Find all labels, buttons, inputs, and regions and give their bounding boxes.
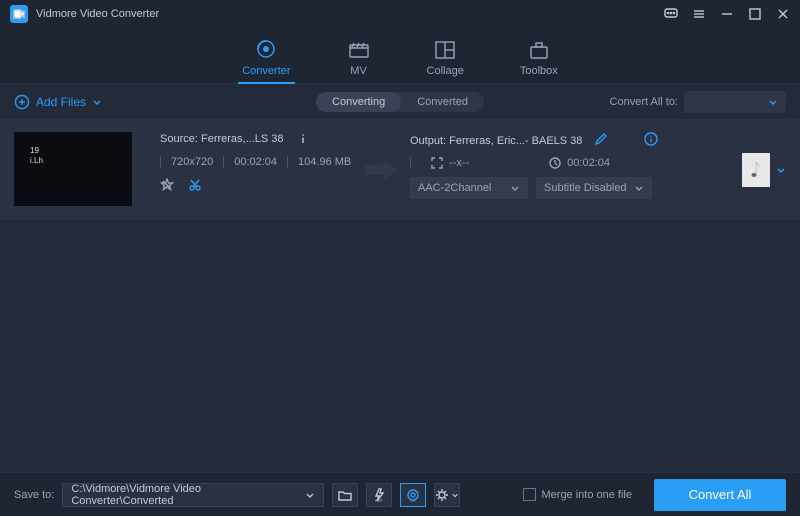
source-filename: Ferreras,...LS 38 bbox=[201, 133, 284, 145]
toolbar: Add Files Converting Converted Convert A… bbox=[0, 84, 800, 120]
chevron-down-icon bbox=[451, 488, 459, 502]
edit-icon[interactable] bbox=[594, 132, 608, 149]
tab-mv[interactable]: MV bbox=[347, 39, 371, 83]
chevron-down-icon bbox=[305, 490, 315, 500]
high-speed-button[interactable]: ON bbox=[400, 483, 426, 507]
info-icon[interactable] bbox=[296, 132, 310, 146]
info-circle-icon[interactable] bbox=[644, 132, 658, 149]
feedback-icon[interactable] bbox=[664, 7, 678, 21]
arrow-icon bbox=[360, 132, 400, 208]
file-item: 19i.Lh Source: Ferreras,...LS 38 720x720… bbox=[0, 120, 800, 220]
add-files-button[interactable]: Add Files bbox=[14, 94, 102, 110]
cut-icon[interactable] bbox=[188, 178, 202, 195]
gpu-accel-button[interactable]: OFF bbox=[366, 483, 392, 507]
tab-label: Converter bbox=[242, 65, 290, 77]
app-title: Vidmore Video Converter bbox=[36, 8, 664, 20]
tab-toolbox[interactable]: Toolbox bbox=[520, 39, 558, 83]
clock-icon bbox=[549, 157, 561, 169]
convert-all-format-dropdown[interactable] bbox=[684, 91, 786, 113]
open-folder-button[interactable] bbox=[332, 483, 358, 507]
resolution: 720x720 bbox=[171, 156, 213, 168]
enhance-icon[interactable] bbox=[160, 178, 174, 195]
minimize-icon[interactable] bbox=[720, 7, 734, 21]
tab-label: MV bbox=[350, 65, 367, 77]
tab-collage[interactable]: Collage bbox=[427, 39, 464, 83]
audio-dropdown[interactable]: AAC-2Channel bbox=[410, 177, 528, 199]
chevron-down-icon[interactable] bbox=[776, 165, 786, 175]
add-files-label: Add Files bbox=[36, 95, 86, 109]
status-segment: Converting Converted bbox=[316, 92, 484, 112]
close-icon[interactable] bbox=[776, 7, 790, 21]
chevron-down-icon bbox=[510, 183, 520, 193]
merge-checkbox[interactable]: Merge into one file bbox=[523, 488, 633, 501]
out-resolution: --x-- bbox=[449, 157, 469, 169]
bottom-bar: Save to: C:\Vidmore\Vidmore Video Conver… bbox=[0, 472, 800, 516]
save-path-dropdown[interactable]: C:\Vidmore\Vidmore Video Converter\Conve… bbox=[62, 483, 324, 507]
merge-label: Merge into one file bbox=[542, 489, 633, 501]
output-info: Output: Ferreras, Eric...- BAELS 38 --x-… bbox=[400, 132, 742, 208]
checkbox-icon bbox=[523, 488, 536, 501]
tab-converter[interactable]: Converter bbox=[242, 39, 290, 83]
filesize: 104.96 MB bbox=[298, 156, 351, 168]
menu-icon[interactable] bbox=[692, 7, 706, 21]
subtitle-dropdown[interactable]: Subtitle Disabled bbox=[536, 177, 652, 199]
out-duration: 00:02:04 bbox=[567, 157, 610, 169]
duration: 00:02:04 bbox=[234, 156, 277, 168]
main-tabs: Converter MV Collage Toolbox bbox=[0, 28, 800, 84]
video-thumbnail[interactable]: 19i.Lh bbox=[14, 132, 132, 206]
seg-converted[interactable]: Converted bbox=[401, 92, 484, 112]
titlebar: Vidmore Video Converter bbox=[0, 0, 800, 28]
expand-icon bbox=[431, 157, 443, 169]
seg-converting[interactable]: Converting bbox=[316, 92, 401, 112]
convert-all-button[interactable]: Convert All bbox=[654, 479, 786, 511]
chevron-down-icon bbox=[634, 183, 644, 193]
svg-text:ON: ON bbox=[410, 498, 416, 502]
tab-label: Collage bbox=[427, 65, 464, 77]
convert-all-to-label: Convert All to: bbox=[610, 96, 678, 108]
source-info: Source: Ferreras,...LS 38 720x720 00:02:… bbox=[160, 132, 360, 208]
svg-text:OFF: OFF bbox=[375, 498, 384, 502]
app-logo bbox=[10, 5, 28, 23]
output-format-icon[interactable] bbox=[742, 153, 770, 187]
settings-button[interactable] bbox=[434, 483, 460, 507]
save-path: C:\Vidmore\Vidmore Video Converter\Conve… bbox=[71, 483, 305, 507]
chevron-down-icon bbox=[92, 97, 102, 107]
file-list: 19i.Lh Source: Ferreras,...LS 38 720x720… bbox=[0, 120, 800, 472]
chevron-down-icon bbox=[768, 97, 778, 107]
save-to-label: Save to: bbox=[14, 489, 54, 501]
output-filename: Ferreras, Eric...- BAELS 38 bbox=[449, 135, 582, 147]
maximize-icon[interactable] bbox=[748, 7, 762, 21]
tab-label: Toolbox bbox=[520, 65, 558, 77]
